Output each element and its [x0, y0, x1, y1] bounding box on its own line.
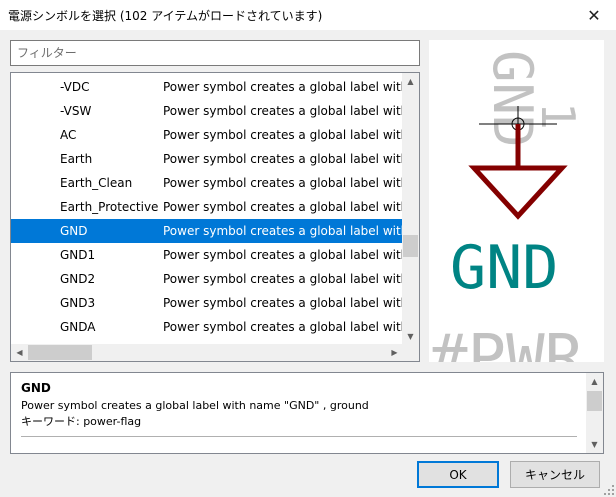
row-symbol-name: GND3: [60, 296, 96, 310]
info-scroll-up-icon[interactable]: ▲: [586, 373, 603, 390]
info-scroll-down-icon[interactable]: ▼: [586, 436, 603, 453]
row-symbol-description: Power symbol creates a global label with: [163, 128, 403, 142]
window-title: 電源シンボルを選択 (102 アイテムがロードされています): [8, 9, 323, 23]
info-keywords: キーワード: power-flag: [21, 415, 142, 428]
symbol-chooser-dialog: 電源シンボルを選択 (102 アイテムがロードされています) ✕ -VDC Pow…: [0, 0, 616, 497]
scroll-down-icon[interactable]: ▼: [402, 328, 419, 345]
info-scroll-thumb[interactable]: [587, 391, 602, 411]
row-symbol-name: GND2: [60, 272, 96, 286]
row-symbol-description: Power symbol creates a global label with: [163, 224, 403, 238]
list-row[interactable]: GND1 Power symbol creates a global label …: [11, 243, 403, 267]
list-row[interactable]: Earth_Protective Power symbol creates a g…: [11, 195, 403, 219]
row-symbol-name: Earth_Protective: [60, 200, 159, 214]
row-symbol-description: Power symbol creates a global label with: [163, 80, 403, 94]
row-symbol-description: Power symbol creates a global label with: [163, 200, 403, 214]
info-vertical-scrollbar[interactable]: ▲ ▼: [586, 373, 603, 453]
cancel-button[interactable]: キャンセル: [510, 461, 600, 488]
preview-pin-name: GND: [481, 50, 544, 148]
scroll-right-icon[interactable]: ▶: [386, 344, 403, 361]
list-row[interactable]: GNDA Power symbol creates a global label …: [11, 315, 403, 339]
info-description: Power symbol creates a global label with…: [21, 399, 369, 412]
row-symbol-description: Power symbol creates a global label with: [163, 296, 403, 310]
row-symbol-name: -VSW: [60, 104, 92, 118]
info-symbol-name: GND: [21, 381, 51, 395]
row-symbol-description: Power symbol creates a global label with: [163, 320, 403, 334]
list-row[interactable]: Earth Power symbol creates a global label…: [11, 147, 403, 171]
filter-input[interactable]: [10, 40, 420, 66]
symbol-info-panel: GND Power symbol creates a global label …: [10, 372, 604, 454]
symbol-list[interactable]: -VDC Power symbol creates a global label …: [10, 72, 420, 362]
preview-pin-number: 1: [531, 102, 585, 130]
scroll-left-icon[interactable]: ◀: [11, 344, 28, 361]
row-symbol-name: AC: [60, 128, 77, 142]
list-row[interactable]: -VDC Power symbol creates a global label …: [11, 75, 403, 99]
list-horizontal-scrollbar[interactable]: ◀ ▶: [11, 344, 403, 361]
list-row[interactable]: Earth_Clean Power symbol creates a global…: [11, 171, 403, 195]
list-row[interactable]: GND Power symbol creates a global label w…: [11, 219, 403, 243]
preview-reference-text: #PWR: [429, 322, 584, 362]
row-symbol-name: GND: [60, 224, 88, 238]
gnd-symbol-preview-svg: GND 1 GND #PWR: [429, 50, 585, 362]
row-symbol-name: GND1: [60, 248, 96, 262]
ok-button[interactable]: OK: [417, 461, 499, 488]
preview-value-text: GND: [450, 233, 558, 303]
row-symbol-description: Power symbol creates a global label with: [163, 176, 403, 190]
list-row[interactable]: GND3 Power symbol creates a global label …: [11, 291, 403, 315]
list-row[interactable]: GND2 Power symbol creates a global label …: [11, 267, 403, 291]
list-row[interactable]: AC Power symbol creates a global label wi…: [11, 123, 403, 147]
scroll-corner: [402, 344, 419, 361]
list-horizontal-scroll-thumb[interactable]: [28, 345, 92, 360]
row-symbol-name: Earth: [60, 152, 93, 166]
list-row[interactable]: -VSW Power symbol creates a global label …: [11, 99, 403, 123]
resize-grip-icon[interactable]: [604, 485, 614, 495]
close-icon[interactable]: ✕: [572, 0, 616, 30]
row-symbol-name: Earth_Clean: [60, 176, 133, 190]
list-vertical-scrollbar[interactable]: ▲ ▼: [402, 73, 419, 345]
symbol-list-rows: -VDC Power symbol creates a global label …: [11, 73, 403, 345]
row-symbol-description: Power symbol creates a global label with: [163, 248, 403, 262]
row-symbol-description: Power symbol creates a global label with: [163, 272, 403, 286]
scroll-up-icon[interactable]: ▲: [402, 73, 419, 90]
info-divider: [21, 436, 577, 437]
row-symbol-name: GNDA: [60, 320, 96, 334]
symbol-preview: GND 1 GND #PWR: [429, 40, 604, 362]
row-symbol-description: Power symbol creates a global label with: [163, 152, 403, 166]
list-vertical-scroll-thumb[interactable]: [403, 235, 418, 257]
row-symbol-description: Power symbol creates a global label with: [163, 104, 403, 118]
preview-ground-triangle: [468, 165, 568, 220]
row-symbol-name: -VDC: [60, 80, 90, 94]
title-bar: 電源シンボルを選択 (102 アイテムがロードされています) ✕: [0, 0, 616, 30]
